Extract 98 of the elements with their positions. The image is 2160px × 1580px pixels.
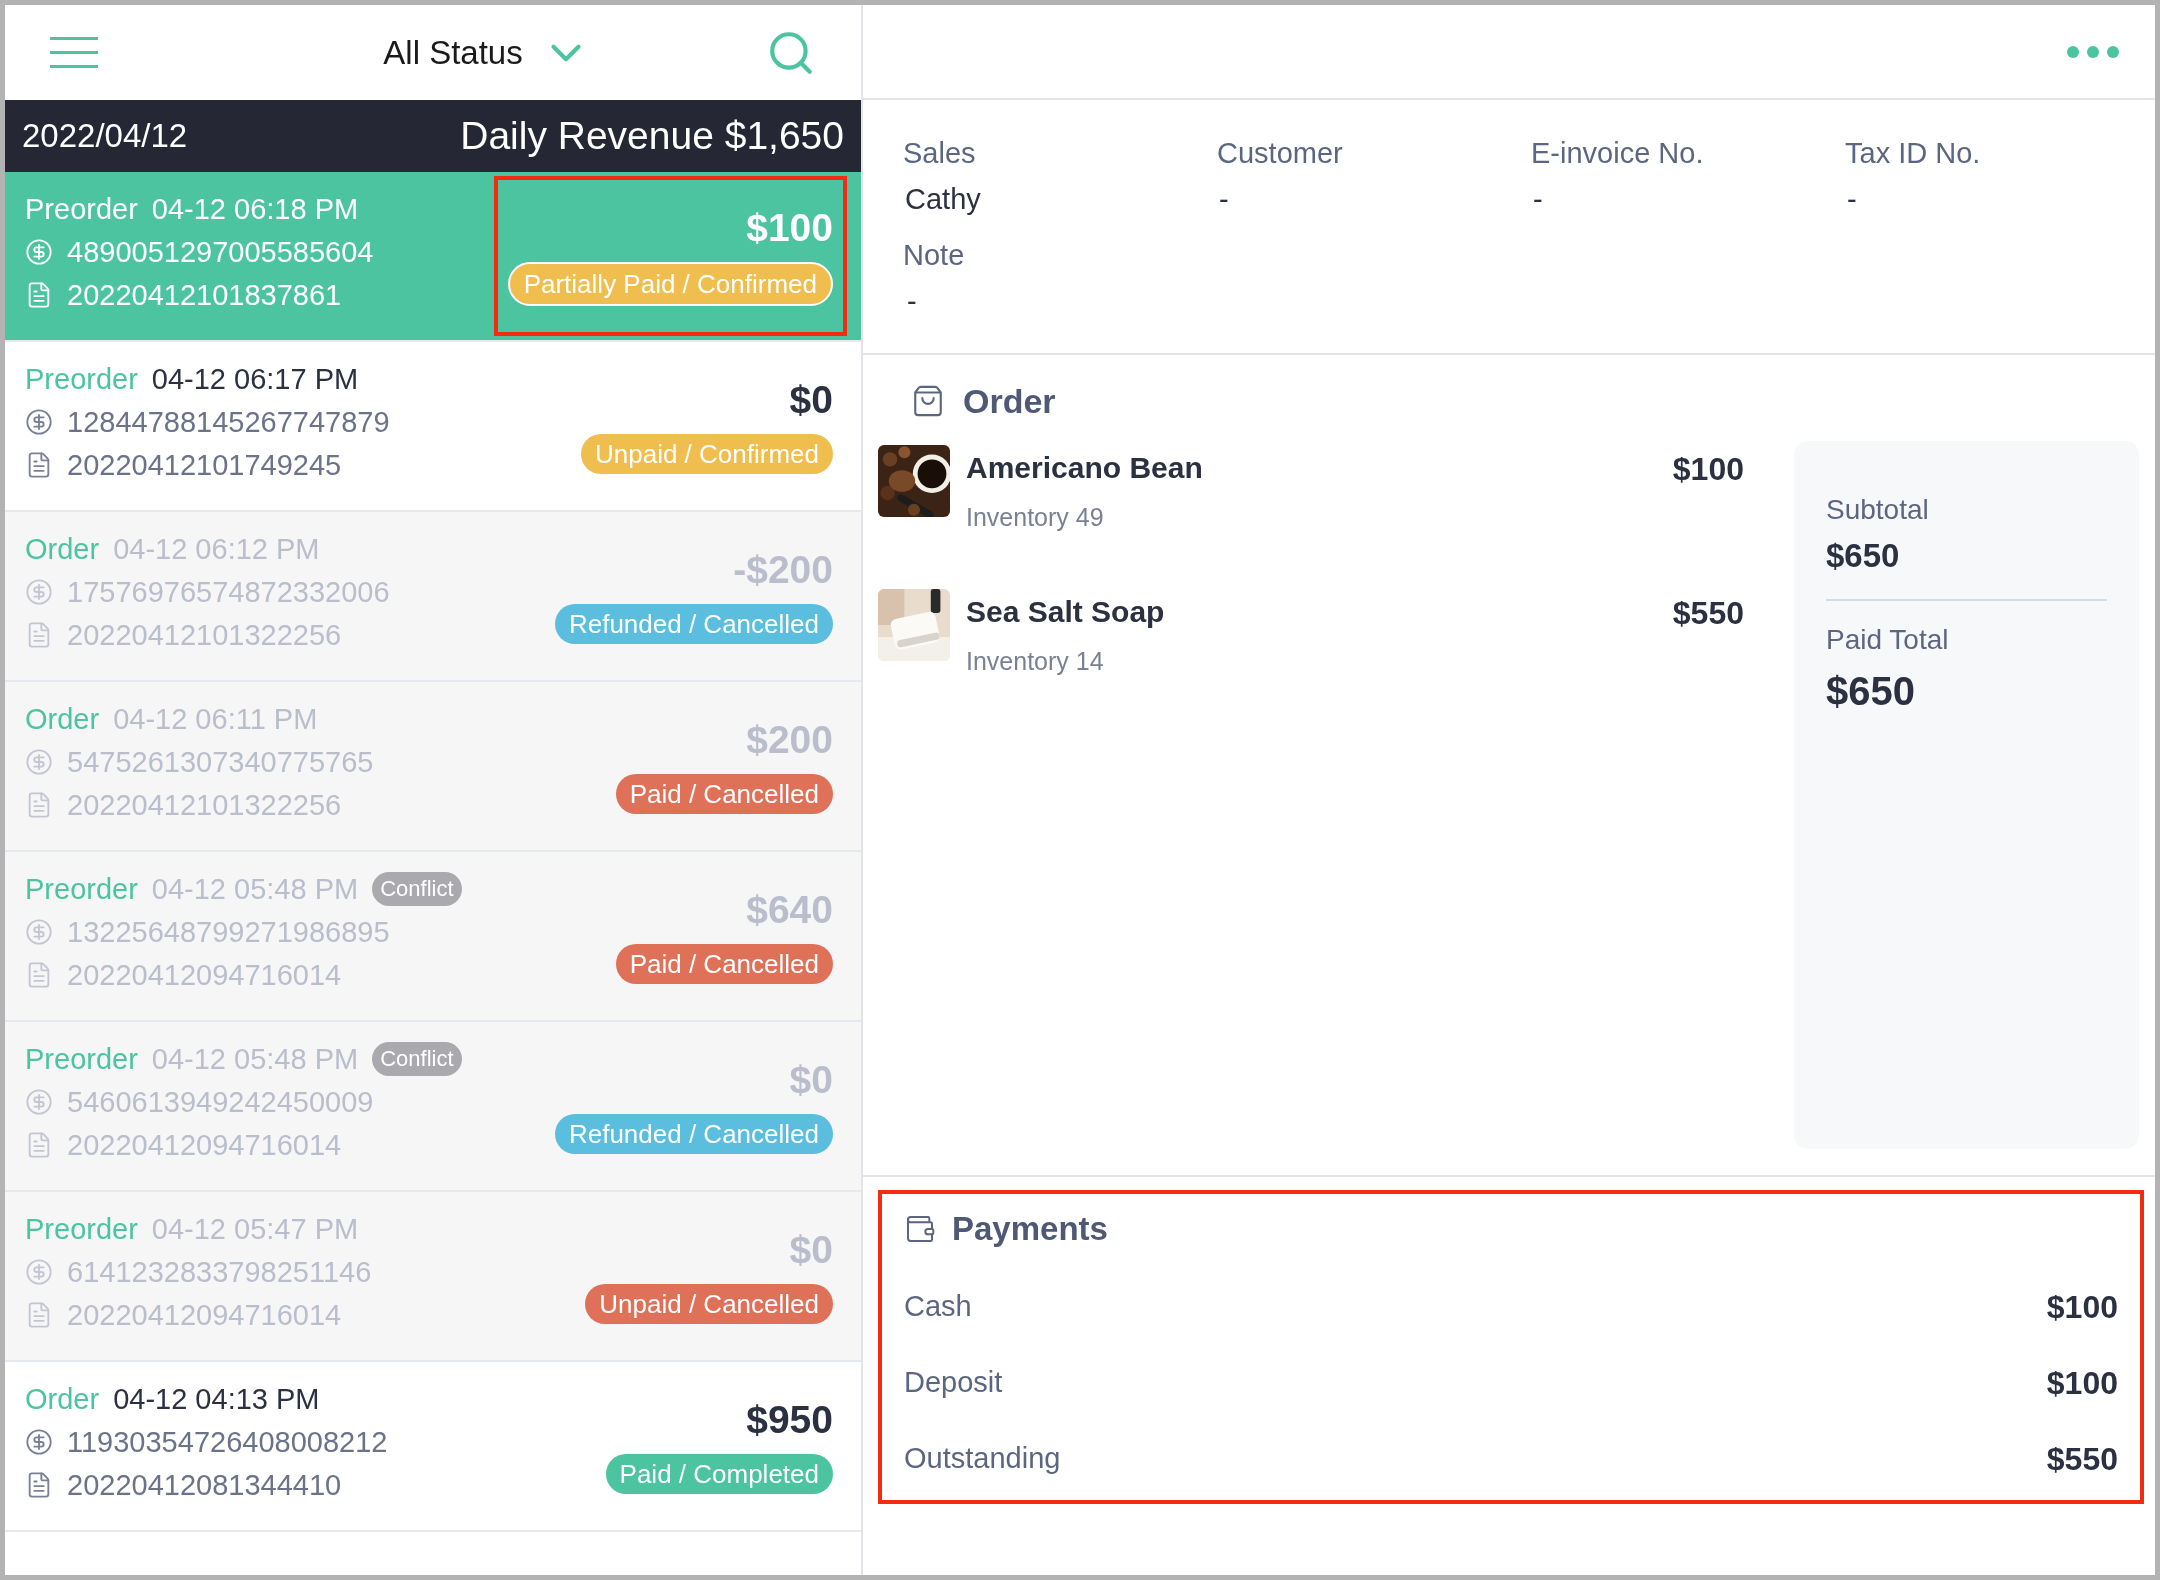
order-type: Preorder bbox=[25, 1042, 138, 1077]
order-time: 04-12 06:18 PM bbox=[151, 192, 359, 227]
daily-revenue: Daily Revenue $1,650 bbox=[460, 112, 844, 159]
payment-number: 11930354726408008212 bbox=[67, 1425, 388, 1460]
status-filter[interactable]: All Status bbox=[383, 27, 591, 78]
order-row[interactable]: Preorder 04-12 05:48 PM Conflict 5460613949242450009 20220412094716014 $0 Refunded / Cancelled bbox=[5, 1022, 861, 1192]
field-value: - bbox=[1846, 182, 1858, 217]
order-time: 04-12 05:48 PM bbox=[151, 1042, 359, 1077]
field-label: E-invoice No. bbox=[1531, 136, 1705, 171]
item-name: Sea Salt Soap bbox=[966, 593, 1165, 630]
field-value: - bbox=[906, 284, 918, 319]
dollar-coin-icon bbox=[25, 408, 53, 436]
dollar-coin-icon bbox=[25, 1258, 53, 1286]
item-price: $100 bbox=[1672, 450, 1744, 489]
dollar-coin-icon bbox=[25, 748, 53, 776]
payment-label: Cash bbox=[904, 1289, 972, 1325]
payment-number: 5475261307340775765 bbox=[67, 745, 374, 780]
order-row[interactable]: Preorder 04-12 05:47 PM 6141232833798251146 20220412094716014 $0 Unpaid / Cancelled bbox=[5, 1192, 861, 1362]
summary-label: Paid Total bbox=[1826, 622, 1950, 657]
order-type: Preorder bbox=[25, 1212, 138, 1247]
more-icon[interactable] bbox=[2067, 45, 2119, 58]
section-title: Order bbox=[963, 380, 1056, 422]
payment-number: 4890051297005585604 bbox=[67, 235, 374, 270]
field-value: - bbox=[1218, 182, 1230, 217]
dollar-coin-icon bbox=[25, 578, 53, 606]
status-badge: Partially Paid / Confirmed bbox=[507, 262, 833, 306]
order-time: 04-12 06:12 PM bbox=[113, 532, 320, 567]
receipt-number: 20220412101837861 bbox=[67, 278, 342, 313]
status-badge: Unpaid / Cancelled bbox=[585, 1284, 833, 1324]
order-row[interactable]: Preorder 04-12 05:48 PM Conflict 13225648799271986895 20220412094716014 $640 Paid / Cancelled bbox=[5, 852, 861, 1022]
order-time: 04-12 04:13 PM bbox=[113, 1382, 320, 1417]
order-time: 04-12 05:47 PM bbox=[151, 1212, 359, 1247]
conflict-tag: Conflict bbox=[372, 872, 462, 906]
dollar-coin-icon bbox=[25, 238, 53, 266]
item-price: $550 bbox=[1672, 593, 1744, 633]
item-inventory: Inventory 14 bbox=[966, 645, 1105, 677]
field-label: Tax ID No. bbox=[1845, 136, 1982, 171]
receipt-number: 20220412101322256 bbox=[67, 618, 342, 653]
order-amount: $950 bbox=[746, 1398, 833, 1442]
field-label: Note bbox=[903, 238, 966, 273]
receipt-number: 20220412081344410 bbox=[67, 1468, 342, 1503]
status-badge: Unpaid / Confirmed bbox=[581, 434, 833, 474]
receipt-number: 20220412094716014 bbox=[67, 958, 342, 993]
receipt-number: 20220412101749245 bbox=[67, 448, 342, 483]
order-row[interactable]: Order 04-12 06:12 PM 17576976574872332006 20220412101322256 -$200 Refunded / Cancelled bbox=[5, 512, 861, 682]
payment-number: 17576976574872332006 bbox=[67, 575, 390, 610]
payment-number: 12844788145267747879 bbox=[67, 405, 390, 440]
order-type: Preorder bbox=[25, 872, 138, 907]
status-badge: Refunded / Cancelled bbox=[554, 604, 833, 644]
summary-label: Subtotal bbox=[1826, 493, 1930, 527]
payment-number: 13225648799271986895 bbox=[67, 915, 390, 950]
order-time: 04-12 06:17 PM bbox=[151, 362, 359, 397]
wallet-icon bbox=[904, 1213, 936, 1245]
item-inventory: Inventory 49 bbox=[966, 502, 1105, 533]
status-badge: Paid / Cancelled bbox=[615, 774, 833, 814]
payment-value: $100 bbox=[2046, 1364, 2118, 1403]
order-amount: $100 bbox=[746, 206, 833, 250]
date-label: 2022/04/12 bbox=[22, 116, 188, 157]
payment-value: $550 bbox=[2046, 1440, 2118, 1479]
order-amount: -$200 bbox=[733, 548, 833, 592]
field-label: Sales bbox=[903, 136, 977, 171]
order-row[interactable]: Preorder 04-12 06:18 PM 4890051297005585604 20220412101837861 $100 Partially Paid / Confirmed bbox=[5, 172, 861, 342]
dollar-coin-icon bbox=[25, 1088, 53, 1116]
order-type: Preorder bbox=[25, 192, 138, 227]
section-title: Payments bbox=[952, 1209, 1108, 1250]
field-value: - bbox=[1532, 182, 1544, 217]
summary-value: $650 bbox=[1826, 536, 1901, 576]
order-amount: $0 bbox=[789, 1058, 833, 1102]
order-amount: $0 bbox=[789, 1228, 833, 1272]
payment-number: 5460613949242450009 bbox=[67, 1085, 374, 1120]
status-badge: Paid / Cancelled bbox=[615, 944, 833, 984]
receipt-number: 20220412101322256 bbox=[67, 788, 342, 823]
receipt-number: 20220412094716014 bbox=[67, 1298, 342, 1333]
receipt-number: 20220412094716014 bbox=[67, 1128, 342, 1163]
status-badge: Paid / Completed bbox=[605, 1454, 833, 1494]
item-name: Americano Bean bbox=[966, 450, 1203, 486]
order-time: 04-12 06:11 PM bbox=[113, 702, 318, 737]
menu-icon[interactable] bbox=[50, 36, 98, 69]
field-value: Cathy bbox=[904, 182, 982, 217]
order-amount: $0 bbox=[789, 378, 833, 422]
order-time: 04-12 05:48 PM bbox=[151, 872, 359, 907]
payment-label: Deposit bbox=[904, 1365, 1003, 1401]
payment-number: 6141232833798251146 bbox=[67, 1255, 372, 1290]
summary-value: $650 bbox=[1826, 667, 1916, 715]
order-type: Order bbox=[25, 1382, 100, 1417]
payment-value: $100 bbox=[2046, 1288, 2118, 1327]
conflict-tag: Conflict bbox=[372, 1042, 462, 1076]
order-type: Order bbox=[25, 532, 100, 567]
payment-label: Outstanding bbox=[904, 1441, 1061, 1477]
dollar-coin-icon bbox=[25, 918, 53, 946]
order-row[interactable]: Order 04-12 06:11 PM 5475261307340775765 20220412101322256 $200 Paid / Cancelled bbox=[5, 682, 861, 852]
status-badge: Refunded / Cancelled bbox=[554, 1114, 833, 1154]
order-type: Order bbox=[25, 702, 100, 737]
order-amount: $200 bbox=[746, 718, 833, 762]
field-label: Customer bbox=[1217, 136, 1344, 171]
dollar-coin-icon bbox=[25, 1428, 53, 1456]
order-type: Preorder bbox=[25, 362, 138, 397]
order-amount: $640 bbox=[746, 888, 833, 932]
